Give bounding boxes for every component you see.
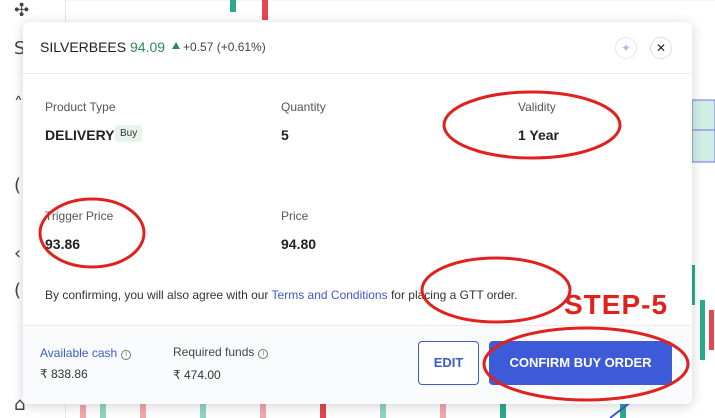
trigger-price-highlight-circle <box>38 197 146 269</box>
annotation-layer <box>38 90 690 402</box>
step-label: STEP-5 <box>564 289 669 320</box>
validity-highlight-circle <box>442 90 622 160</box>
gtt-text-highlight-circle <box>420 256 572 324</box>
confirm-button-highlight-circle <box>482 326 690 402</box>
